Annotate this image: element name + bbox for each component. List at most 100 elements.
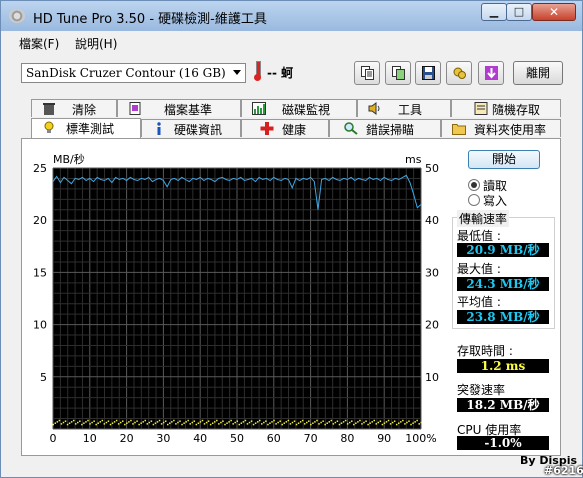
access-time-point <box>269 422 271 424</box>
access-time-point <box>60 423 63 425</box>
tab-error-scan[interactable]: 錯誤掃瞄 <box>329 119 441 137</box>
access-time-point <box>314 421 316 423</box>
speaker-icon <box>368 102 380 115</box>
access-time-point <box>369 422 371 424</box>
access-time-point <box>414 421 416 423</box>
access-time-point <box>236 420 238 422</box>
access-time-point <box>297 422 300 424</box>
access-time-point <box>293 420 296 422</box>
tab-tools[interactable]: 工具 <box>357 99 451 117</box>
access-time-point <box>404 423 406 425</box>
access-time-point <box>64 420 67 422</box>
options-button[interactable] <box>446 61 472 85</box>
write-radio[interactable] <box>468 194 480 206</box>
access-time-point <box>228 421 230 423</box>
access-time-point <box>132 423 134 425</box>
access-time-point <box>261 423 263 425</box>
access-time-point <box>83 422 85 424</box>
access-time-point <box>387 419 390 422</box>
access-time-point <box>203 423 206 425</box>
access-time-point <box>310 423 312 426</box>
access-time-point <box>72 419 75 422</box>
access-time-point <box>126 422 128 424</box>
access-time-point <box>283 422 286 424</box>
access-time-point <box>383 422 386 424</box>
access-time-point <box>142 421 144 423</box>
access-time-point <box>222 420 224 422</box>
access-time-point <box>224 423 226 426</box>
minimize-button[interactable]: ▁ <box>481 3 507 21</box>
read-radio[interactable] <box>468 179 480 191</box>
app-window: HD Tune Pro 3.50 - 硬碟檢測-維護工具 ▁ □ ✕ 檔案(F)… <box>0 0 583 478</box>
access-time-point <box>166 423 169 426</box>
access-time-point <box>346 423 349 425</box>
y-left-tick-label: 15 <box>33 266 47 279</box>
tab-erase[interactable]: 清除 <box>31 99 117 117</box>
tab-benchmark[interactable]: 標準測試 <box>31 118 141 138</box>
copy-screenshot-button[interactable] <box>385 61 411 85</box>
menu-bar: 檔案(F) 說明(H) <box>1 32 582 52</box>
burst-rate-label: 突發速率 <box>457 383 506 397</box>
access-time-point <box>408 420 410 422</box>
access-time-point <box>246 423 249 425</box>
access-time-point <box>420 421 422 424</box>
access-time-point <box>348 421 351 424</box>
tab-random-access[interactable]: 隨機存取 <box>451 99 561 117</box>
access-time-point <box>338 423 341 426</box>
access-time-point <box>373 419 375 422</box>
access-time-point <box>154 422 157 424</box>
min-value: 20.9 MB/秒 <box>457 243 549 257</box>
file-benchmark-icon <box>129 102 141 115</box>
exit-button[interactable]: 離開 <box>513 61 563 85</box>
random-access-icon <box>474 102 488 115</box>
access-time-point <box>148 421 151 424</box>
access-time-point <box>285 421 288 423</box>
tab-health[interactable]: 健康 <box>241 119 329 137</box>
access-time-point <box>238 423 241 426</box>
tab-label: 檔案基準 <box>164 103 213 117</box>
close-button[interactable]: ✕ <box>532 3 576 21</box>
tab-disk-info[interactable]: 硬碟資訊 <box>141 119 241 137</box>
copy-text-icon <box>361 66 374 80</box>
x-tick-label: 20 <box>120 432 134 445</box>
access-time-point <box>122 420 124 422</box>
menu-help[interactable]: 說明(H) <box>75 35 117 52</box>
y-right-tick-label: 20 <box>425 319 439 332</box>
access-time-point <box>301 419 304 422</box>
access-time-point <box>54 422 57 424</box>
copy-text-button[interactable] <box>354 61 380 85</box>
y-right-tick-label: 50 <box>425 162 439 175</box>
access-time-point <box>363 421 365 424</box>
download-button[interactable] <box>478 61 504 85</box>
save-button[interactable] <box>415 61 441 85</box>
x-tick-label: 100% <box>405 432 436 445</box>
access-time-point <box>381 423 384 426</box>
access-time-point <box>365 420 367 422</box>
access-time-point <box>361 423 363 425</box>
tab-folder-usage[interactable]: 資料夾使用率 <box>441 119 561 137</box>
access-time-point <box>320 421 322 424</box>
tab-label: 磁碟監視 <box>282 103 331 117</box>
start-button[interactable]: 開始 <box>468 150 540 169</box>
access-time-point <box>136 420 138 422</box>
access-time-point <box>109 423 112 426</box>
drive-select[interactable]: SanDisk Cruzer Contour (16 GB) <box>21 63 246 83</box>
menu-file[interactable]: 檔案(F) <box>19 35 59 52</box>
access-time-point <box>350 420 353 422</box>
tab-disk-monitor[interactable]: 磁碟監視 <box>241 99 357 117</box>
access-time-point <box>160 423 163 425</box>
access-time-point <box>322 420 324 422</box>
drive-select-value: SanDisk Cruzer Contour (16 GB) <box>26 66 226 80</box>
access-time-point <box>344 419 347 422</box>
access-time-point <box>130 419 132 422</box>
access-time-point <box>254 422 257 424</box>
access-time-point <box>287 419 290 422</box>
maximize-button[interactable]: □ <box>506 3 532 21</box>
access-time-point <box>220 421 222 424</box>
tab-label: 隨機存取 <box>492 103 541 117</box>
access-time-point <box>248 421 251 424</box>
info-icon <box>157 122 161 135</box>
tab-file-benchmark[interactable]: 檔案基準 <box>117 99 241 117</box>
access-time-point <box>271 421 273 423</box>
access-time-point <box>308 420 310 422</box>
